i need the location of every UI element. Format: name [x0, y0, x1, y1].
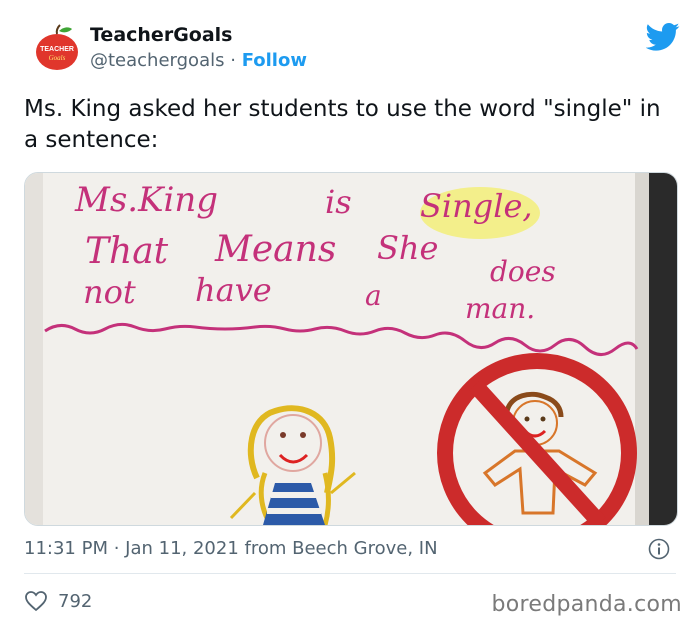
avatar-text-bottom: Goals [49, 54, 66, 62]
heart-icon [25, 591, 47, 612]
drawing-text: Single, [420, 187, 533, 225]
like-count: 792 [58, 591, 93, 612]
drawing-text: have [195, 271, 272, 309]
author-handle[interactable]: @teachergoals [90, 50, 224, 71]
tweet-text: Ms. King asked her students to use the w… [24, 96, 661, 153]
drawing-text: That [85, 231, 169, 272]
twitter-bird-icon[interactable] [645, 22, 680, 52]
drawing-text: Ms.King [74, 180, 218, 220]
follow-button[interactable]: Follow [242, 50, 307, 71]
drawing-text: not [83, 273, 136, 311]
author-name[interactable]: TeacherGoals [90, 24, 232, 46]
apple-logo-icon: TEACHER Goals [36, 24, 78, 70]
like-button[interactable]: 792 [24, 590, 92, 612]
avatar-text-top: TEACHER [40, 46, 74, 53]
watermark: boredpanda.com [491, 592, 682, 617]
drawing-text: is [325, 183, 352, 221]
drawing-text: Means [214, 229, 336, 270]
drawing-text: does [490, 255, 556, 288]
tweet-image[interactable]: Ms.King is Single, That Means She does n… [24, 172, 678, 526]
drawing-text: a [365, 279, 382, 312]
tweet-timestamp[interactable]: 11:31 PM · Jan 11, 2021 from Beech Grove… [24, 538, 438, 559]
separator: · [230, 50, 236, 71]
divider [24, 573, 676, 574]
drawing-text: She [377, 229, 438, 267]
author-handle-line: @teachergoals · Follow [90, 50, 307, 71]
author-avatar[interactable]: TEACHER Goals [32, 22, 82, 72]
drawing-text: man. [465, 292, 535, 325]
info-icon[interactable] [648, 538, 670, 560]
tweet-header: TEACHER Goals TeacherGoals @teachergoals… [28, 20, 688, 80]
